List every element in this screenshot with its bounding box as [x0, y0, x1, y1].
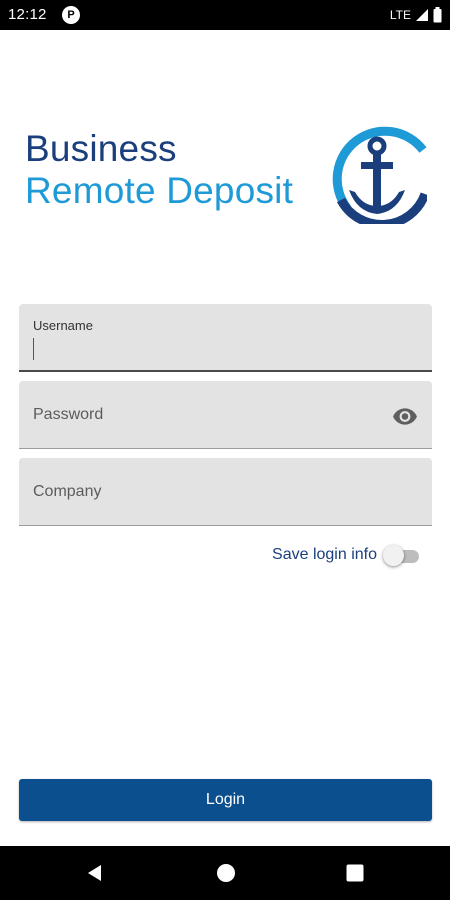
- status-indicators: LTE: [390, 6, 442, 24]
- text-cursor: [33, 338, 34, 360]
- logo-title-line1: Business: [25, 128, 177, 169]
- save-login-toggle[interactable]: [383, 544, 421, 566]
- save-login-row: Save login info: [200, 542, 425, 568]
- username-label: Username: [33, 318, 93, 333]
- login-button[interactable]: Login: [19, 779, 432, 821]
- eye-icon[interactable]: [392, 403, 418, 429]
- signal-icon: [415, 8, 429, 22]
- company-field[interactable]: Company: [19, 458, 432, 526]
- system-nav-bar: [0, 846, 450, 900]
- notification-app-icon: P: [62, 6, 80, 24]
- anchor-icon: [332, 126, 427, 224]
- battery-icon: [433, 7, 442, 23]
- back-icon[interactable]: [85, 863, 105, 883]
- home-icon[interactable]: [216, 863, 236, 883]
- status-bar: 12:12 P LTE: [0, 0, 450, 30]
- toggle-thumb: [383, 545, 404, 566]
- network-type: LTE: [389, 8, 411, 22]
- logo-title-line2: Remote Deposit: [25, 170, 294, 211]
- password-placeholder: Password: [33, 406, 104, 423]
- company-placeholder: Company: [33, 483, 102, 500]
- status-time: 12:12: [8, 6, 47, 23]
- save-login-label: Save login info: [272, 546, 377, 563]
- password-field[interactable]: Password: [19, 381, 432, 449]
- recents-icon[interactable]: [345, 863, 365, 883]
- app-logo: Business Remote Deposit: [25, 120, 427, 230]
- username-field[interactable]: Username: [19, 304, 432, 372]
